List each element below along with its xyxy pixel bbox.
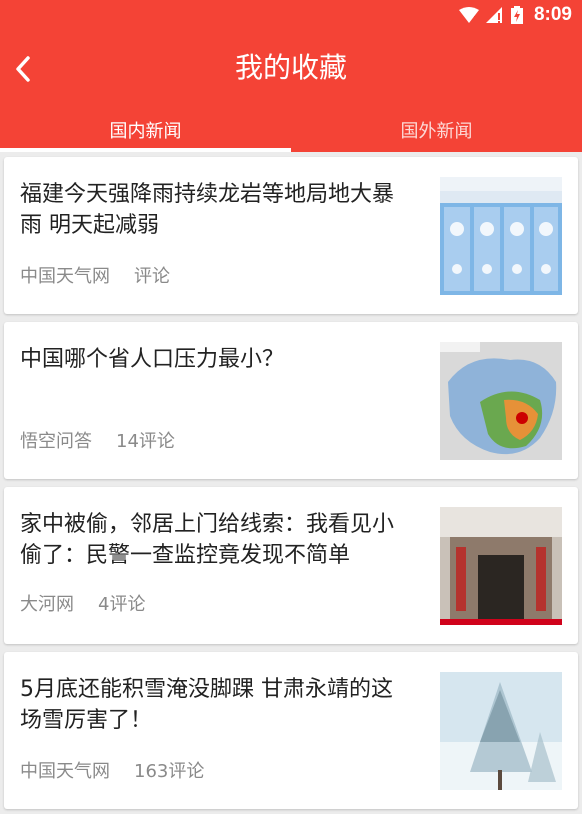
page-title: 我的收藏 [234,51,347,84]
article-meta: 悟空问答 14评论 [20,427,175,453]
article-source: 中国天气网 [20,761,110,782]
house-doorway-image [440,507,562,625]
wifi-icon [458,7,479,23]
article-source: 大河网 [20,594,74,615]
tab-domestic-news[interactable]: 国内新闻 [0,118,291,152]
app-header: 8:09 我的收藏 国内新闻 国外新闻 [0,0,582,152]
snowy-tree-image [440,672,562,790]
article-title: 家中被偷，邻居上门给线索：我看见小偷了：民警一查监控竟发现不简单 [20,512,395,568]
article-meta: 大河网 4评论 [20,590,145,616]
signal-icon [485,7,504,23]
list-item[interactable]: 中国哪个省人口压力最小？ 悟空问答 14评论 [4,322,578,479]
battery-icon [510,6,523,24]
article-comments: 4评论 [98,594,146,615]
article-source: 悟空问答 [20,431,92,452]
weather-forecast-image [440,177,562,295]
status-time: 8:09 [533,4,572,25]
article-title: 5月底还能积雪淹没脚踝 甘肃永靖的这场雪厉害了！ [20,677,393,733]
article-comments: 14评论 [116,431,175,452]
list-item[interactable]: 福建今天强降雨持续龙岩等地局地大暴雨 明天起减弱 中国天气网 评论 [4,157,578,314]
list-item[interactable]: 5月底还能积雪淹没脚踝 甘肃永靖的这场雪厉害了！ 中国天气网 163评论 [4,652,578,809]
list-item[interactable]: 家中被偷，邻居上门给线索：我看见小偷了：民警一查监控竟发现不简单 大河网 4评论 [4,487,578,644]
article-title: 中国哪个省人口压力最小？ [20,347,285,372]
article-meta: 中国天气网 评论 [20,262,170,288]
article-comments: 163评论 [134,761,205,782]
tab-international-news[interactable]: 国外新闻 [291,118,582,152]
china-population-map-image [440,342,562,460]
status-bar: 8:09 [458,0,572,30]
tab-bar: 国内新闻 国外新闻 [0,118,582,152]
article-meta: 中国天气网 163评论 [20,757,204,783]
article-source: 中国天气网 [20,266,110,287]
article-comments: 评论 [134,266,170,287]
article-title: 福建今天强降雨持续龙岩等地局地大暴雨 明天起减弱 [20,182,395,238]
